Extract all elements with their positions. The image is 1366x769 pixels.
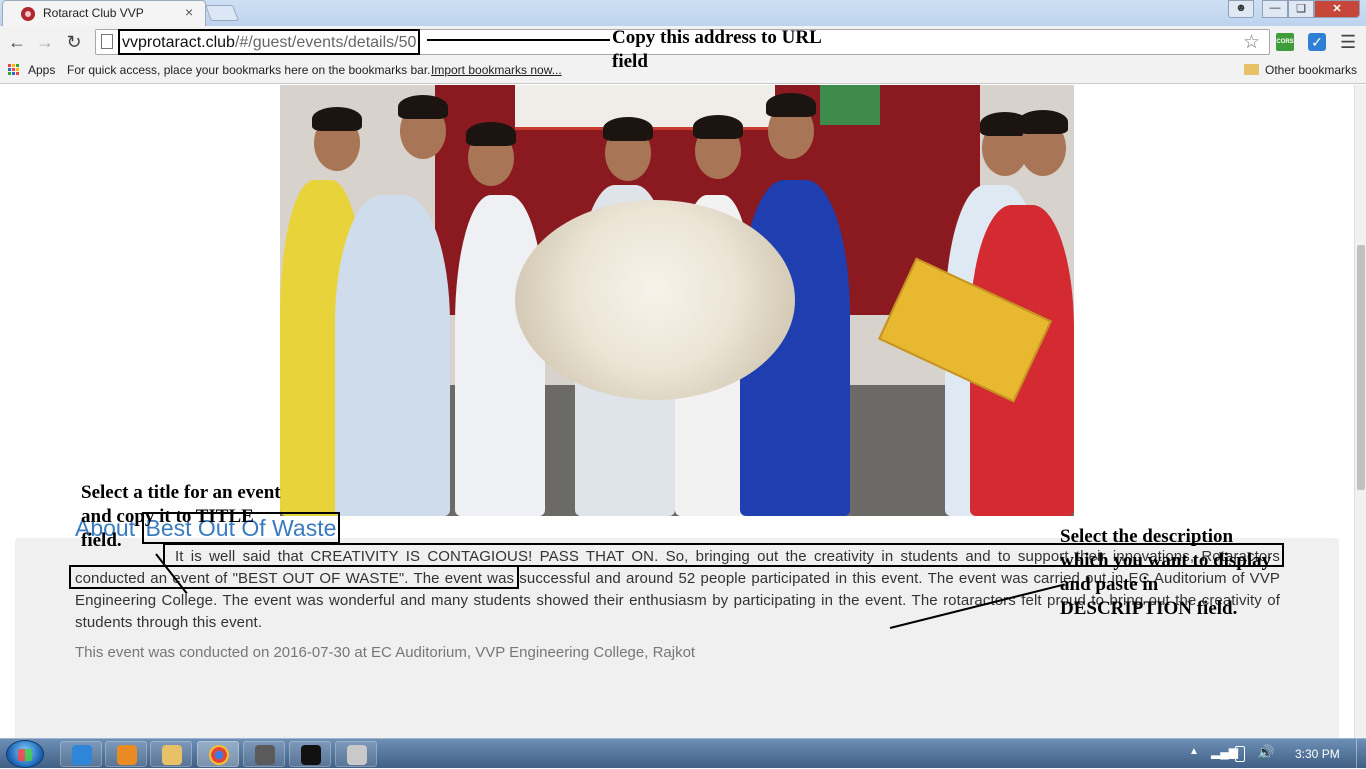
network-signal-icon[interactable]: ▂▄▆ [1211, 745, 1238, 759]
event-photo [280, 85, 1074, 516]
taskbar-app[interactable] [243, 741, 285, 767]
taskbar-explorer[interactable] [150, 741, 192, 767]
checkmark-extension-icon[interactable]: ✓ [1308, 33, 1326, 51]
paper-flower [515, 200, 795, 400]
browser-menu-icon[interactable]: ☰ [1340, 32, 1356, 53]
reload-button[interactable]: ↻ [63, 31, 85, 53]
arrow-left-icon: ← [8, 32, 26, 52]
folder-icon [1244, 64, 1259, 75]
windows-taskbar: ▲ ▂▄▆ 🔊 3:30 PM [0, 738, 1366, 769]
system-tray: ▲ ▂▄▆ 🔊 3:30 PM [1185, 739, 1366, 769]
taskbar-clock[interactable]: 3:30 PM [1295, 747, 1340, 761]
command-prompt-icon [301, 745, 321, 765]
taskbar-ie[interactable] [60, 741, 102, 767]
battery-icon[interactable] [1235, 746, 1245, 762]
annotation-pointer [427, 39, 610, 41]
file-explorer-icon [162, 745, 182, 765]
reload-icon: ↻ [66, 32, 82, 52]
minimize-icon: — [1269, 2, 1281, 14]
internet-explorer-icon [72, 745, 92, 765]
rotaract-favicon-icon [21, 7, 35, 21]
page-icon [101, 34, 113, 49]
taskbar-media[interactable] [105, 741, 147, 767]
url-path: /#/guest/events/details/50 [234, 34, 417, 51]
arrow-right-icon: → [36, 32, 54, 52]
apps-grid-icon[interactable] [8, 64, 20, 76]
annotation-description: Select the description which you want to… [1060, 526, 1272, 619]
other-bookmarks-link[interactable]: Other bookmarks [1265, 63, 1357, 77]
scrollbar-thumb[interactable] [1357, 245, 1365, 490]
maximize-button[interactable]: ❑ [1288, 0, 1314, 18]
forward-button[interactable]: → [34, 31, 56, 53]
annotation-title: Select a title for an event and copy it … [81, 482, 281, 551]
page-scrollbar[interactable] [1354, 85, 1366, 738]
url-text[interactable]: vvprotaract.club/#/guest/events/details/… [118, 29, 421, 55]
tab-strip: Rotaract Club VVP × ☻ — ❑ ✕ [0, 0, 1366, 26]
minimize-button[interactable]: — [1262, 0, 1288, 18]
bookmarks-hint: For quick access, place your bookmarks h… [67, 63, 431, 77]
user-icon: ☻ [1235, 2, 1247, 14]
tool-icon [347, 745, 367, 765]
url-host: vvprotaract.club [122, 34, 235, 51]
new-tab-button[interactable] [205, 5, 239, 21]
start-button[interactable] [6, 740, 44, 768]
close-window-button[interactable]: ✕ [1314, 0, 1360, 18]
event-conducted-info: This event was conducted on 2016-07-30 a… [75, 644, 696, 661]
volume-icon[interactable]: 🔊 [1257, 744, 1274, 761]
chrome-icon [209, 745, 229, 765]
annotation-url: Copy this address to URL field [612, 27, 821, 72]
window-app-icon [255, 745, 275, 765]
tab-title: Rotaract Club VVP [43, 6, 144, 20]
taskbar-chrome[interactable] [197, 741, 239, 767]
cors-extension-icon[interactable]: CORS [1276, 33, 1294, 51]
tab-close-icon[interactable]: × [185, 4, 193, 20]
taskbar-cmd[interactable] [289, 741, 331, 767]
user-profile-button[interactable]: ☻ [1228, 0, 1254, 18]
page-content [0, 85, 1354, 738]
apps-link[interactable]: Apps [28, 63, 55, 77]
import-bookmarks-link[interactable]: Import bookmarks now... [431, 63, 562, 77]
media-player-icon [117, 745, 137, 765]
show-hidden-icons-icon[interactable]: ▲ [1189, 746, 1199, 757]
bookmark-star-icon[interactable]: ☆ [1243, 31, 1260, 54]
restore-icon: ❑ [1296, 3, 1306, 15]
close-icon: ✕ [1332, 3, 1342, 15]
show-desktop-button[interactable] [1356, 739, 1366, 769]
taskbar-tool[interactable] [335, 741, 377, 767]
tab-rotaract[interactable]: Rotaract Club VVP × [2, 0, 206, 26]
back-button[interactable]: ← [6, 31, 28, 53]
